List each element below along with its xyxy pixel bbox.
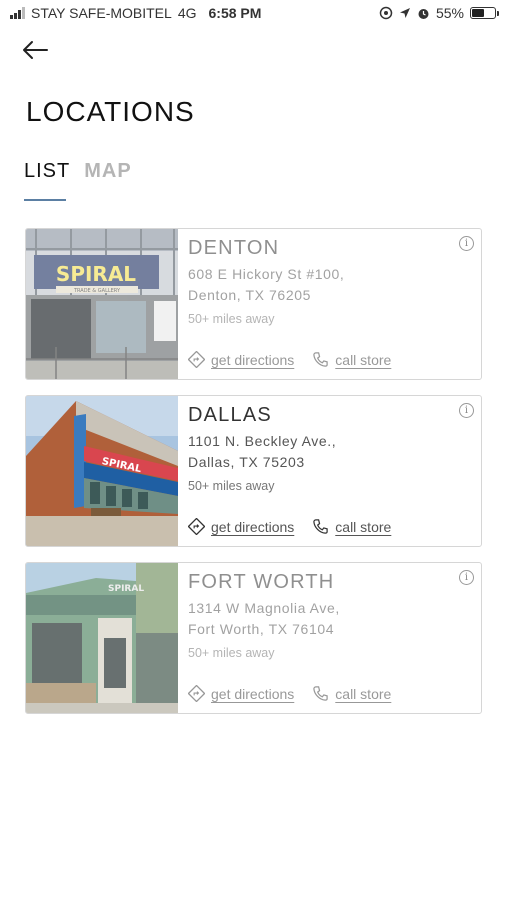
get-directions-button[interactable]: get directions [188,685,294,702]
store-card-dallas[interactable]: SPIRAL DALLAS 1101 N. Beckley Ave., Dall… [25,395,482,547]
directions-icon [188,351,205,368]
get-directions-button[interactable]: get directions [188,351,294,368]
directions-icon [188,685,205,702]
store-photo-denton: SPIRAL TRADE & GALLERY [26,229,178,379]
status-bar: STAY SAFE-MOBITEL 4G 6:58 PM 55% [0,0,506,26]
store-name: DENTON [188,237,280,259]
get-directions-button[interactable]: get directions [188,518,294,535]
phone-icon [313,519,329,534]
directions-icon [188,518,205,535]
call-label: call store [335,518,392,535]
store-address-line1: 608 E Hickory St #100, [188,266,345,282]
card-actions: get directions call store [188,351,391,368]
store-name: DALLAS [188,404,272,426]
clock-time: 6:58 PM [208,5,262,21]
directions-label: get directions [211,518,295,535]
directions-label: get directions [211,351,295,368]
phone-icon [313,686,329,701]
store-photo-dallas: SPIRAL [26,396,178,546]
info-icon[interactable]: i [459,570,474,585]
directions-label: get directions [211,685,295,702]
store-address-line2: Fort Worth, TX 76104 [188,621,335,637]
store-card-fort-worth[interactable]: SPIRAL FORT WORTH 1314 W Magnolia Ave, F… [25,562,482,714]
store-address-line2: Denton, TX 76205 [188,287,311,303]
battery-icon [470,7,499,19]
location-arrow-icon [399,8,410,18]
call-store-button[interactable]: call store [312,351,391,368]
store-card-denton[interactable]: SPIRAL TRADE & GALLERY DENTON 608 E Hick… [25,228,482,380]
carrier-name: STAY SAFE-MOBITEL [31,5,172,21]
rotation-lock-icon [379,6,393,20]
store-name: FORT WORTH [188,571,335,593]
denton-sub-sign: TRADE & GALLERY [73,288,121,294]
call-label: call store [335,351,392,368]
status-right: 55% [379,5,499,21]
store-distance: 50+ miles away [188,646,275,660]
store-address-line1: 1314 W Magnolia Ave, [188,600,340,616]
page-title: LOCATIONS [26,96,195,127]
signal-icon [10,7,25,19]
card-actions: get directions call store [188,518,391,535]
back-button[interactable] [20,38,54,64]
phone-icon [313,352,329,367]
call-store-button[interactable]: call store [312,518,391,535]
tab-map[interactable]: MAP [84,160,131,201]
info-icon[interactable]: i [459,403,474,418]
call-label: call store [335,685,392,702]
store-photo-fort-worth: SPIRAL [26,563,178,713]
info-icon[interactable]: i [459,236,474,251]
store-list: SPIRAL TRADE & GALLERY DENTON 608 E Hick… [25,228,482,729]
card-actions: get directions call store [188,685,391,702]
battery-fill [472,9,484,17]
network-type: 4G [177,5,197,21]
back-arrow-icon [23,41,48,59]
denton-sign-text: SPIRAL [56,262,136,286]
status-left: STAY SAFE-MOBITEL 4G 6:58 PM [10,5,261,21]
store-distance: 50+ miles away [188,312,275,326]
store-address-line1: 1101 N. Beckley Ave., [188,433,337,449]
battery-percent: 55% [435,5,464,21]
tab-list[interactable]: LIST [24,160,70,201]
store-distance: 50+ miles away [188,479,275,493]
call-store-button[interactable]: call store [312,685,391,702]
fort-worth-sign-text: SPIRAL [108,584,144,594]
view-tabs: LIST MAP [24,160,132,201]
alarm-icon [418,8,429,19]
store-address-line2: Dallas, TX 75203 [188,454,305,470]
